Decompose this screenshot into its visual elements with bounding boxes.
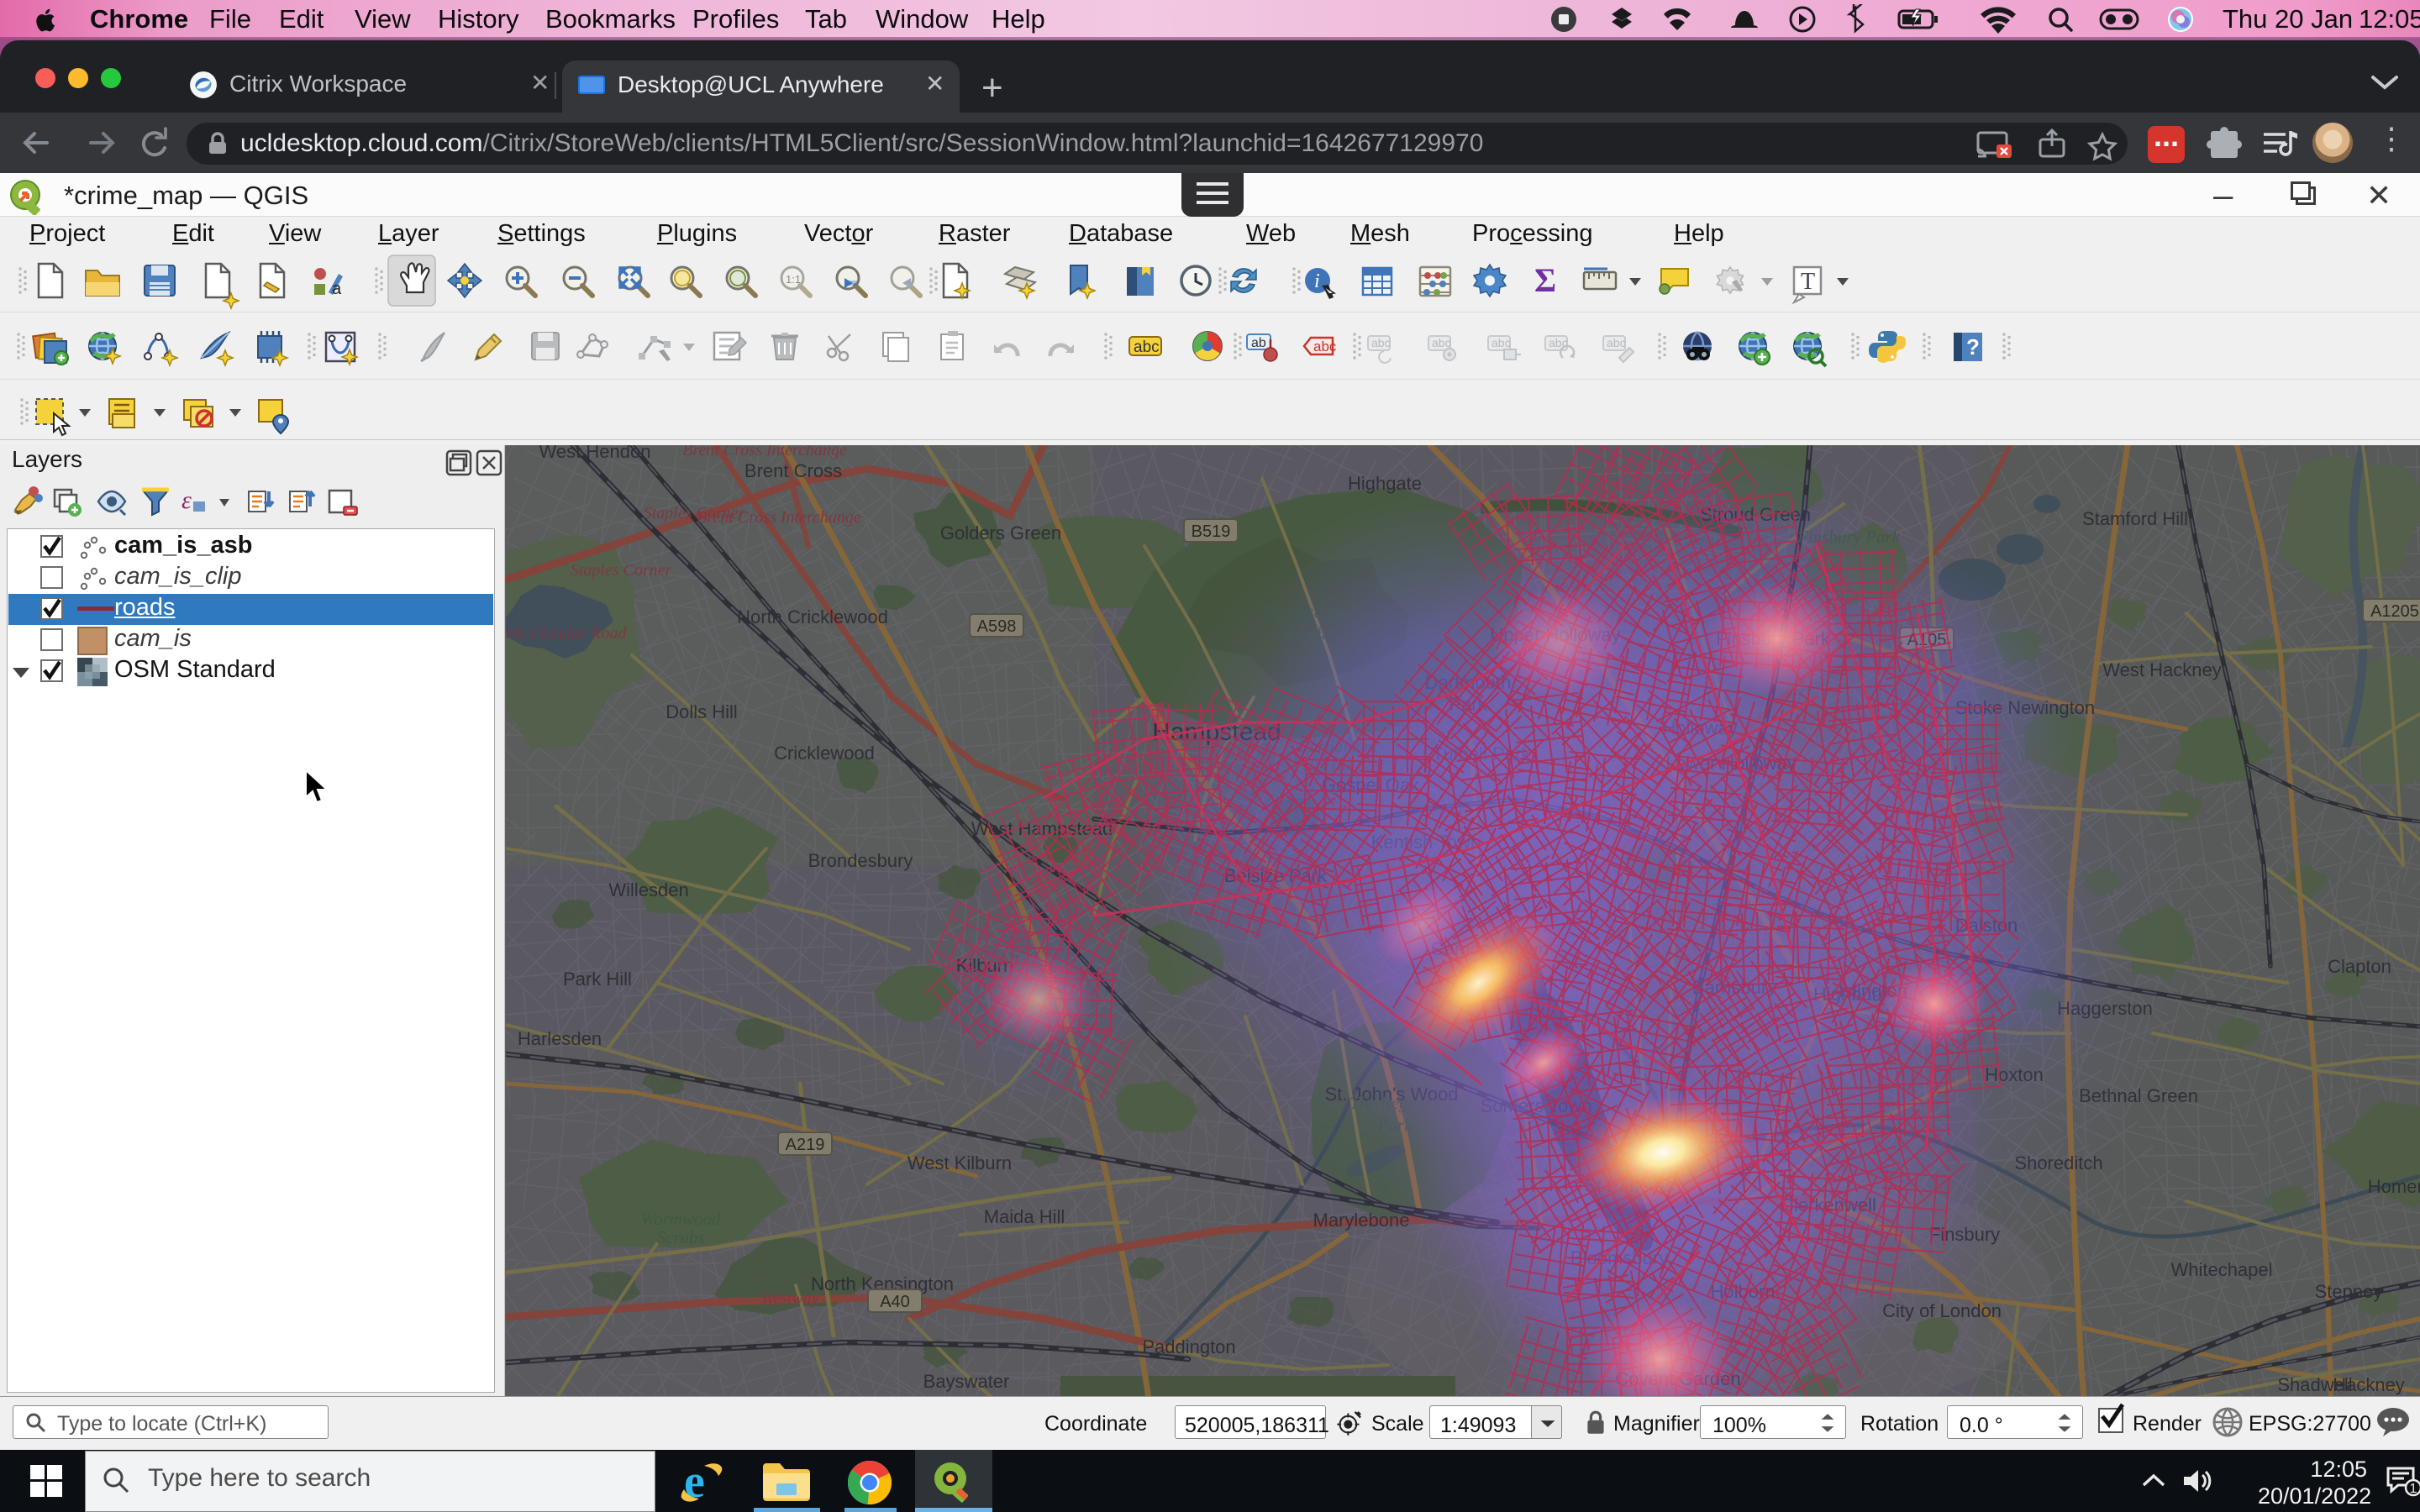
svg-text:T: T xyxy=(1801,269,1815,295)
svg-text:abc: abc xyxy=(1313,339,1337,354)
svg-text:abc: abc xyxy=(1491,336,1511,349)
svg-text:abc: abc xyxy=(1607,336,1626,349)
svg-text:a: a xyxy=(332,280,342,298)
svg-text:abc: abc xyxy=(1371,336,1391,349)
svg-text:?: ? xyxy=(1966,334,1980,360)
svg-text:ε: ε xyxy=(182,486,192,514)
svg-text:ab: ab xyxy=(1251,336,1266,350)
svg-text:abc: abc xyxy=(1134,339,1160,356)
svg-text:i: i xyxy=(1314,270,1320,292)
svg-text:Σ: Σ xyxy=(1534,261,1556,299)
svg-text:abc: abc xyxy=(1432,336,1451,349)
svg-text:1: 1 xyxy=(2410,1482,2417,1496)
svg-text:1:1: 1:1 xyxy=(786,273,801,286)
